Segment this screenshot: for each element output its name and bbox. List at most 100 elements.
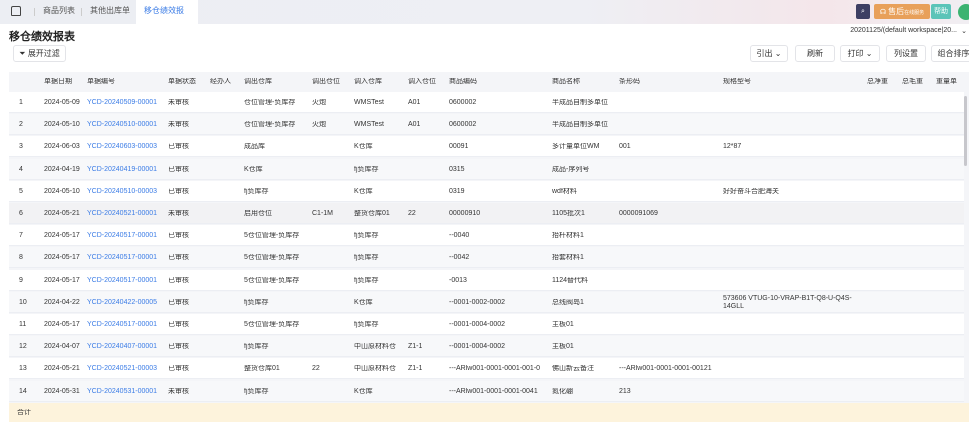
column-header-handler[interactable]: 经办人 <box>210 78 231 86</box>
column-header-from-warehouse[interactable]: 调出仓库 <box>244 78 272 86</box>
cell-doc-no[interactable]: YCD-20240419-00001 <box>87 166 157 174</box>
cell-doc-no[interactable]: YCD-20240517-00001 <box>87 277 157 285</box>
refresh-button[interactable]: 刷新 <box>795 45 835 62</box>
cell-doc-no[interactable]: YCD-20240603-00003 <box>87 143 157 151</box>
tab-transfer-report[interactable]: 移仓绩效报表 × <box>136 0 198 37</box>
cell-from-location: 22 <box>312 365 320 373</box>
cell-date: 2024-05-21 <box>44 365 80 373</box>
combined-sort-button[interactable]: 组合排序 <box>931 45 969 62</box>
cell-barcode: ---ARlw001-0001-0001-00121 <box>619 365 712 373</box>
cell-doc-no[interactable]: YCD-20240517-00001 <box>87 232 157 240</box>
column-header-from-location[interactable]: 调出仓位 <box>312 78 340 86</box>
tab-other-outbound[interactable]: 其他出库单 <box>90 0 130 24</box>
table-row[interactable]: 5 2024-05-10 YCD-20240510-00003 已审核 fj负库存 K仓库… <box>9 180 964 202</box>
column-header-gross-weight[interactable]: 总毛重 <box>902 78 923 86</box>
table-row[interactable]: 10 2024-04-22 YCD-20240422-00005 已审核 fj负库存 K仓… <box>9 291 964 313</box>
cell-sku-code: 0319 <box>449 187 465 195</box>
cell-sku-name: 氮化硼 <box>552 387 573 395</box>
column-header-to-location[interactable]: 调入仓位 <box>408 78 436 86</box>
avatar[interactable] <box>958 4 969 20</box>
cell-status: 已审核 <box>168 298 189 306</box>
cell-doc-no[interactable]: YCD-20240422-00005 <box>87 299 157 307</box>
cell-index: 5 <box>19 187 23 195</box>
cell-from-warehouse: K仓库 <box>244 165 263 173</box>
cell-to-warehouse: K仓库 <box>354 298 373 306</box>
cell-sku-code: 0600002 <box>449 99 477 106</box>
cell-doc-no[interactable]: YCD-20240521-00001 <box>87 210 157 218</box>
workspace-select[interactable]: 20201125/(default workspace|20... ⌄ <box>850 27 967 35</box>
expand-filter-button[interactable]: ⏷ 展开过滤 <box>13 45 66 62</box>
chevron-down-icon: ⌄ <box>961 28 967 35</box>
column-settings-button[interactable]: 列设置 <box>886 45 926 62</box>
cell-sku-name: 主板01 <box>552 343 574 351</box>
cell-status: 未审核 <box>168 99 189 106</box>
total-label: 合计 <box>17 409 31 416</box>
cell-doc-no[interactable]: YCD-20240510-00001 <box>87 121 157 129</box>
table-row[interactable]: 6 2024-05-21 YCD-20240521-00001 未审核 启用仓位 C1-1… <box>9 203 964 224</box>
table-row[interactable]: 3 2024-06-03 YCD-20240603-00003 已审核 成品库 K仓库 00… <box>9 136 964 158</box>
print-button[interactable]: 打印 ⌄ <box>840 45 880 62</box>
export-button[interactable]: 引出 ⌄ <box>750 45 788 62</box>
cell-doc-no[interactable]: YCD-20240521-00003 <box>87 365 157 373</box>
headset-icon: ☊ <box>879 9 887 16</box>
cell-index: 3 <box>19 143 23 151</box>
help-button[interactable]: 帮助 <box>931 4 951 19</box>
cell-date: 2024-05-31 <box>44 387 80 395</box>
cell-index: 9 <box>19 276 23 284</box>
cell-doc-no[interactable]: YCD-20240517-00001 <box>87 321 157 329</box>
cell-sku-code: --0042 <box>449 254 470 262</box>
cell-sku-name: 抬套材料1 <box>552 254 584 262</box>
table-row[interactable]: 8 2024-05-17 YCD-20240517-00001 已审核 5仓位管理-负库… <box>9 247 964 269</box>
after-sales-button[interactable]: ☊ 售后在线服务 <box>874 4 930 19</box>
home-icon[interactable] <box>11 6 21 16</box>
table-row[interactable]: 7 2024-05-17 YCD-20240517-00001 已审核 5仓位管理-负库… <box>9 225 964 247</box>
column-header-date[interactable]: 单据日期 <box>44 78 72 86</box>
table-row[interactable]: 2 2024-05-10 YCD-20240510-00001 未审核 仓位管理-负库存… <box>9 114 964 136</box>
cell-status: 已审核 <box>168 254 189 262</box>
cell-index: 1 <box>19 99 23 106</box>
cell-from-warehouse: fj负库存 <box>244 387 269 395</box>
column-header-barcode[interactable]: 条形码 <box>619 78 640 86</box>
table-row[interactable]: 1 2024-05-09 YCD-20240509-00001 未审核 仓位管理-负库存… <box>9 92 964 113</box>
column-header-spec[interactable]: 规格型号 <box>723 78 751 86</box>
table-row[interactable]: 4 2024-04-19 YCD-20240419-00001 已审核 K仓库 fj负库存… <box>9 158 964 180</box>
cell-doc-no[interactable]: YCD-20240531-00001 <box>87 388 157 396</box>
cell-doc-no[interactable]: YCD-20240510-00003 <box>87 188 157 196</box>
table-row[interactable]: 12 2024-04-07 YCD-20240407-00001 已审核 fj负库存 中山… <box>9 336 964 358</box>
table-row[interactable]: 9 2024-05-17 YCD-20240517-00001 已审核 5仓位管理-负库… <box>9 269 964 291</box>
cell-index: 13 <box>19 365 27 373</box>
cell-from-warehouse: 整货仓库01 <box>244 365 280 373</box>
cell-sku-code: 0315 <box>449 165 465 173</box>
cell-to-location: 22 <box>408 210 416 217</box>
cell-from-location: 火炮 <box>312 121 326 129</box>
cell-from-location: 火炮 <box>312 99 326 106</box>
cell-to-warehouse: K仓库 <box>354 187 373 195</box>
chevron-down-icon[interactable]: ⌄ <box>775 49 782 58</box>
column-header-net-weight[interactable]: 总净重 <box>867 78 888 86</box>
cell-doc-no[interactable]: YCD-20240517-00001 <box>87 254 157 262</box>
cell-date: 2024-04-19 <box>44 165 80 173</box>
cell-to-warehouse: K仓库 <box>354 143 373 151</box>
cell-doc-no[interactable]: YCD-20240407-00001 <box>87 343 157 351</box>
chevron-down-icon[interactable]: ⌄ <box>866 49 873 58</box>
export-label: 引出 <box>756 49 773 58</box>
table-row[interactable]: 11 2024-05-17 YCD-20240517-00001 已审核 5仓位管理-负… <box>9 314 964 335</box>
column-header-sku-code[interactable]: 商品编码 <box>449 78 477 86</box>
table-row[interactable]: 13 2024-05-21 YCD-20240521-00003 已审核 整货仓库01 2… <box>9 358 964 380</box>
table-row[interactable]: 14 2024-05-31 YCD-20240531-00001 未审核 fj负库存 K仓… <box>9 380 964 402</box>
workspace-value: 20201125/(default workspace|20... <box>850 27 957 34</box>
column-header-doc-no[interactable]: 单据编号 <box>87 78 115 86</box>
cell-from-warehouse: 成品库 <box>244 143 265 151</box>
column-header-to-warehouse[interactable]: 调入仓库 <box>354 78 382 86</box>
search-button[interactable]: ⌕ <box>856 4 870 19</box>
vertical-scrollbar[interactable] <box>964 96 967 166</box>
column-header-weight-unit[interactable]: 重量单 <box>936 78 957 86</box>
cell-doc-no[interactable]: YCD-20240509-00001 <box>87 99 157 107</box>
cell-sku-code: --0001-0004-0002 <box>449 321 506 328</box>
cell-from-warehouse: 启用仓位 <box>244 210 272 217</box>
cell-date: 2024-04-07 <box>44 343 80 351</box>
tab-product-list[interactable]: 商品列表 <box>43 0 75 24</box>
column-header-status[interactable]: 单据状态 <box>168 78 196 86</box>
column-header-sku-name[interactable]: 商品名称 <box>552 78 580 86</box>
cell-sku-name: wdf材料 <box>552 187 577 195</box>
